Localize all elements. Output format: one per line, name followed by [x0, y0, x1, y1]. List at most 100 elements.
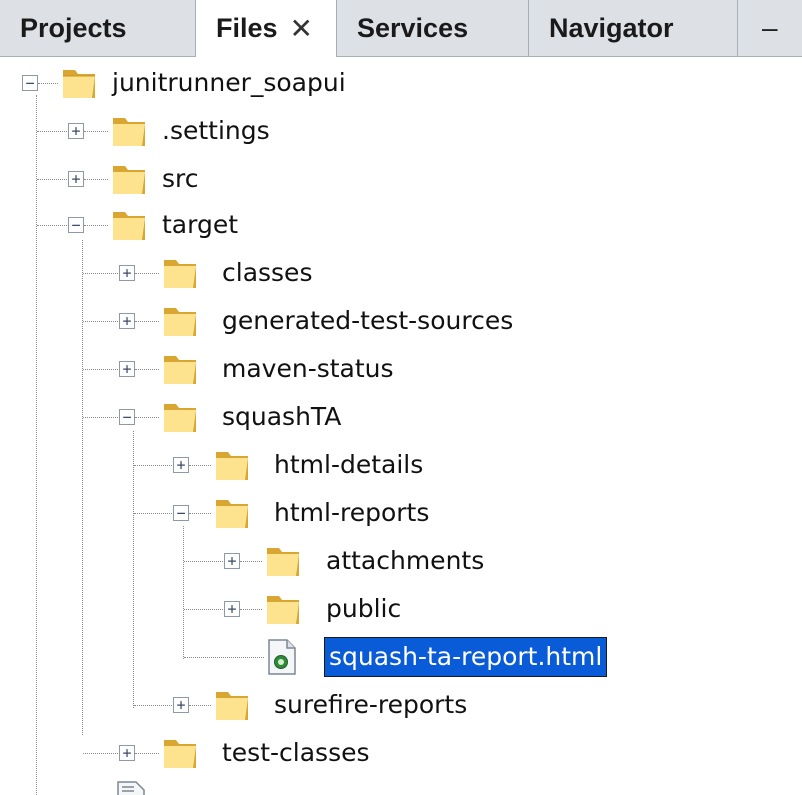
tree-branch-line: [135, 753, 159, 754]
expand-toggle[interactable]: +: [173, 457, 189, 473]
tree-node-label: target: [162, 210, 239, 239]
tree-node-html-details[interactable]: + html-details: [0, 441, 802, 489]
tree-node-label: public: [326, 594, 402, 623]
tree-node-label: html-reports: [274, 498, 430, 527]
tab-files[interactable]: Files ✕: [196, 0, 337, 57]
tab-services-label: Services: [357, 12, 469, 43]
tree-branch-line: [84, 131, 108, 132]
close-icon[interactable]: ✕: [290, 12, 313, 45]
tree-node-classes[interactable]: + classes: [0, 249, 802, 297]
tree-branch-line: [134, 513, 172, 514]
tree-node-test-classes[interactable]: + test-classes: [0, 729, 802, 777]
tree-node-cutoff: [0, 779, 802, 795]
tab-projects[interactable]: Projects: [0, 0, 196, 56]
tree-node-squashta[interactable]: − squashTA: [0, 393, 802, 441]
folder-icon: [164, 308, 196, 336]
tree-branch-line: [184, 561, 223, 562]
tree-branch-line: [189, 465, 211, 466]
tree-branch-line: [83, 417, 118, 418]
tree-node-public[interactable]: + public: [0, 585, 802, 633]
tree-node-label: surefire-reports: [274, 690, 468, 719]
tree-branch-line: [84, 179, 108, 180]
tree-branch-line: [134, 465, 172, 466]
tab-navigator-label: Navigator: [549, 12, 674, 43]
expand-toggle[interactable]: +: [119, 361, 135, 377]
folder-icon: [267, 548, 299, 576]
tree-node-settings[interactable]: + .settings: [0, 107, 802, 155]
tree-node-label: maven-status: [222, 354, 394, 383]
tab-files-label: Files: [216, 13, 278, 43]
tree-branch-line: [189, 513, 211, 514]
collapse-toggle[interactable]: −: [68, 217, 84, 233]
collapse-toggle[interactable]: −: [119, 409, 135, 425]
folder-icon: [216, 692, 248, 720]
expand-toggle[interactable]: +: [119, 745, 135, 761]
tab-bar: Projects Files ✕ Services Navigator –: [0, 0, 802, 57]
tree-node-target[interactable]: − target: [0, 201, 802, 249]
tree-branch-line: [37, 225, 67, 226]
expand-toggle[interactable]: +: [119, 265, 135, 281]
tree-node-maven-status[interactable]: + maven-status: [0, 345, 802, 393]
tree-node-report-file[interactable]: squash-ta-report.html: [0, 633, 802, 681]
minimize-button[interactable]: –: [738, 0, 802, 56]
tree-branch-line: [240, 561, 262, 562]
tree-node-label: attachments: [326, 546, 485, 575]
expand-toggle[interactable]: +: [119, 313, 135, 329]
tree-node-label: squashTA: [222, 402, 342, 431]
folder-icon: [113, 212, 145, 240]
tree-branch-line: [83, 321, 118, 322]
tab-services[interactable]: Services: [337, 0, 529, 56]
tree-node-generated-test-sources[interactable]: + generated-test-sources: [0, 297, 802, 345]
collapse-toggle[interactable]: −: [22, 75, 38, 91]
tree-branch-line: [189, 705, 211, 706]
file-icon: [117, 781, 145, 795]
folder-icon: [267, 596, 299, 624]
file-tree: − junitrunner_soapui + .settings + src −…: [0, 57, 802, 795]
tree-node-label: classes: [222, 258, 313, 287]
folder-icon: [164, 740, 196, 768]
tree-node-html-reports[interactable]: − html-reports: [0, 489, 802, 537]
expand-toggle[interactable]: +: [224, 601, 240, 617]
tree-node-label-selected: squash-ta-report.html: [324, 637, 608, 677]
tree-branch-line: [83, 753, 118, 754]
folder-icon: [216, 500, 248, 528]
tree-branch-line: [135, 321, 159, 322]
tree-node-root[interactable]: − junitrunner_soapui: [0, 59, 802, 107]
tab-projects-label: Projects: [20, 12, 127, 43]
tree-branch-line: [83, 273, 118, 274]
tree-branch-line: [37, 179, 67, 180]
expand-toggle[interactable]: +: [173, 697, 189, 713]
folder-icon: [216, 452, 248, 480]
minimize-icon: –: [762, 12, 778, 43]
tree-node-attachments[interactable]: + attachments: [0, 537, 802, 585]
tree-branch-line: [37, 131, 67, 132]
html-file-icon: [268, 639, 296, 675]
tree-node-label: test-classes: [222, 738, 370, 767]
folder-icon: [113, 118, 145, 146]
folder-icon: [113, 166, 145, 194]
expand-toggle[interactable]: +: [224, 553, 240, 569]
tree-branch-line: [38, 83, 58, 84]
tree-node-label: src: [162, 164, 199, 193]
expand-toggle[interactable]: +: [68, 123, 84, 139]
tree-node-label: generated-test-sources: [222, 306, 514, 335]
tree-branch-line: [135, 273, 159, 274]
tree-branch-line: [135, 369, 159, 370]
tree-branch-line: [184, 609, 223, 610]
tree-node-label: html-details: [274, 450, 424, 479]
tree-node-label: junitrunner_soapui: [112, 68, 346, 97]
tree-branch-line: [184, 657, 264, 658]
tree-node-surefire-reports[interactable]: + surefire-reports: [0, 681, 802, 729]
tree-branch-line: [83, 369, 118, 370]
tree-branch-line: [134, 705, 172, 706]
collapse-toggle[interactable]: −: [173, 505, 189, 521]
tree-node-src[interactable]: + src: [0, 155, 802, 203]
folder-icon: [63, 70, 95, 98]
tab-navigator[interactable]: Navigator: [529, 0, 738, 56]
tree-branch-line: [84, 225, 108, 226]
folder-icon: [164, 260, 196, 288]
folder-icon: [164, 404, 196, 432]
tree-branch-line: [135, 417, 159, 418]
expand-toggle[interactable]: +: [68, 171, 84, 187]
tree-branch-line: [240, 609, 262, 610]
